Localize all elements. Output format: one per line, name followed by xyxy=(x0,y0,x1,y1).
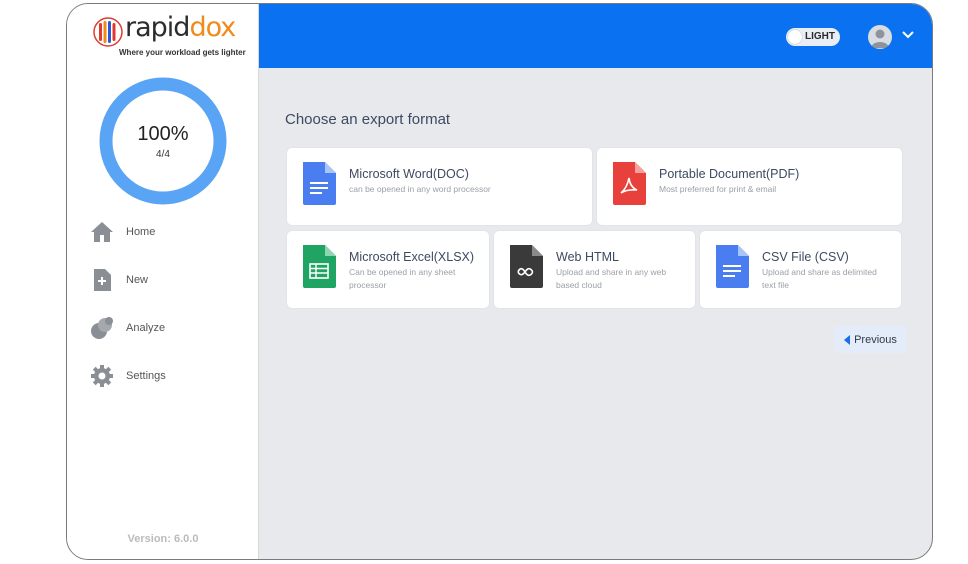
app-window: rapiddox Where your workload gets lighte… xyxy=(66,3,933,560)
gear-icon xyxy=(89,363,115,389)
format-title: Microsoft Excel(XLSX) xyxy=(349,250,475,264)
nav-item-home[interactable]: Home xyxy=(89,218,155,246)
progress-ring: 100% 4/4 xyxy=(98,76,228,206)
nav-label: Settings xyxy=(126,370,166,382)
nav-label: Analyze xyxy=(126,322,166,334)
format-card-csv[interactable]: CSV File (CSV) Upload and share as delim… xyxy=(699,230,902,309)
version-label: Version: 6.0.0 xyxy=(127,533,199,545)
previous-label: Previous xyxy=(854,333,897,346)
theme-toggle[interactable]: LIGHT xyxy=(786,28,840,46)
format-description: Upload and share in any web based cloud xyxy=(556,267,667,290)
logo: rapiddox Where your workload gets lighte… xyxy=(93,12,246,59)
logo-tagline: Where your workload gets lighter xyxy=(119,48,246,57)
logo-mark-icon xyxy=(93,17,123,47)
nav-label: New xyxy=(126,274,149,286)
progress-count: 4/4 xyxy=(156,149,170,160)
chevron-down-icon[interactable] xyxy=(902,31,914,39)
format-description: can be opened in any word processor xyxy=(349,184,491,194)
csv-file-icon xyxy=(716,245,749,288)
user-icon xyxy=(871,29,889,48)
user-avatar[interactable] xyxy=(868,25,892,49)
format-card-doc[interactable]: Microsoft Word(DOC) can be opened in any… xyxy=(286,147,593,226)
nav-item-analyze[interactable]: Analyze xyxy=(89,314,165,342)
format-card-pdf[interactable]: Portable Document(PDF) Most preferred fo… xyxy=(596,147,903,226)
previous-button[interactable]: Previous xyxy=(834,326,907,353)
web-html-icon xyxy=(510,245,543,288)
home-icon xyxy=(89,219,115,245)
excel-sheet-icon xyxy=(303,245,336,288)
theme-label: LIGHT xyxy=(805,31,835,42)
analyze-icon xyxy=(89,315,115,341)
nav-label: Home xyxy=(126,226,156,238)
format-description: Most preferred for print & email xyxy=(659,184,777,194)
sidebar: rapiddox Where your workload gets lighte… xyxy=(67,4,259,559)
nav-item-settings[interactable]: Settings xyxy=(89,362,166,390)
nav-item-new[interactable]: New xyxy=(89,266,148,294)
format-description: Upload and share as delimited text file xyxy=(762,267,877,290)
new-file-icon xyxy=(89,267,115,293)
format-title: CSV File (CSV) xyxy=(762,250,849,264)
page-title: Choose an export format xyxy=(285,111,451,128)
format-title: Microsoft Word(DOC) xyxy=(349,167,469,181)
top-bar: LIGHT xyxy=(259,4,932,68)
format-card-xlsx[interactable]: Microsoft Excel(XLSX) Can be opened in a… xyxy=(286,230,490,309)
caret-left-icon xyxy=(844,334,851,345)
format-title: Portable Document(PDF) xyxy=(659,167,800,181)
format-title: Web HTML xyxy=(556,250,619,264)
logo-wordmark: rapiddox xyxy=(125,12,236,43)
word-doc-icon xyxy=(303,162,336,205)
progress-percent: 100% xyxy=(137,123,189,145)
format-description: Can be opened in any sheet processor xyxy=(349,267,456,290)
toggle-knob xyxy=(788,30,802,44)
format-card-html[interactable]: Web HTML Upload and share in any web bas… xyxy=(493,230,696,309)
pdf-icon xyxy=(613,162,646,205)
